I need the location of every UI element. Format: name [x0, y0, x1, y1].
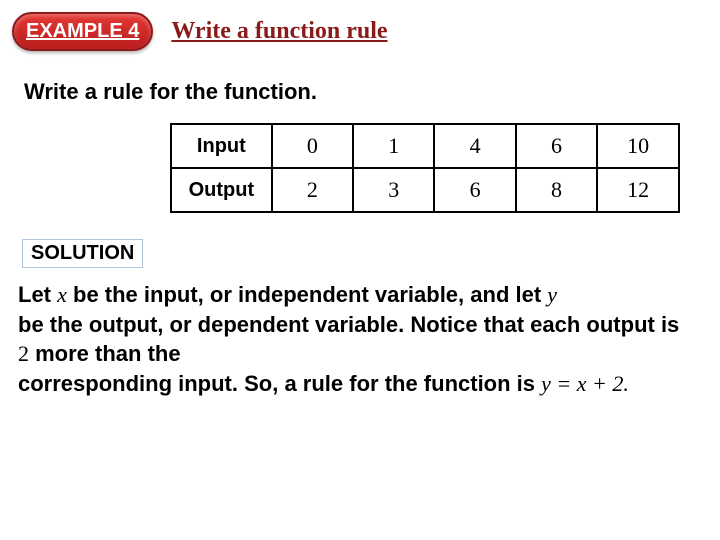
equation: y = x + 2.: [541, 371, 629, 396]
function-table: Input 0 1 4 6 10 Output 2 3 6 8 12: [170, 123, 680, 213]
output-cell: 2: [272, 168, 353, 212]
output-label: Output: [171, 168, 272, 212]
example-badge: EXAMPLE 4: [12, 12, 153, 51]
text: So, a rule for the function is: [238, 371, 541, 396]
text: corresponding input.: [18, 371, 238, 396]
text: and let: [464, 282, 547, 307]
input-label: Input: [171, 124, 272, 168]
var-x: x: [57, 282, 67, 307]
table-row: Input 0 1 4 6 10: [171, 124, 679, 168]
num-2: 2: [18, 341, 29, 366]
page-title: Write a function rule: [171, 18, 387, 45]
input-cell: 4: [434, 124, 515, 168]
input-cell: 1: [353, 124, 434, 168]
output-cell: 8: [516, 168, 597, 212]
var-y: y: [547, 282, 557, 307]
text: Let: [18, 282, 57, 307]
text: more than the: [29, 341, 181, 366]
output-cell: 6: [434, 168, 515, 212]
text: Notice that each output is: [404, 312, 679, 337]
input-cell: 10: [597, 124, 679, 168]
output-cell: 12: [597, 168, 679, 212]
header: EXAMPLE 4 Write a function rule: [0, 0, 720, 51]
table-row: Output 2 3 6 8 12: [171, 168, 679, 212]
text: be the output, or dependent variable.: [18, 312, 404, 337]
input-cell: 6: [516, 124, 597, 168]
output-cell: 3: [353, 168, 434, 212]
io-table: Input 0 1 4 6 10 Output 2 3 6 8 12: [170, 123, 680, 213]
explanation-text: Let x be the input, or independent varia…: [18, 280, 696, 399]
prompt-text: Write a rule for the function.: [24, 79, 720, 105]
solution-label: SOLUTION: [22, 239, 143, 268]
text: be the input, or independent variable,: [67, 282, 464, 307]
input-cell: 0: [272, 124, 353, 168]
